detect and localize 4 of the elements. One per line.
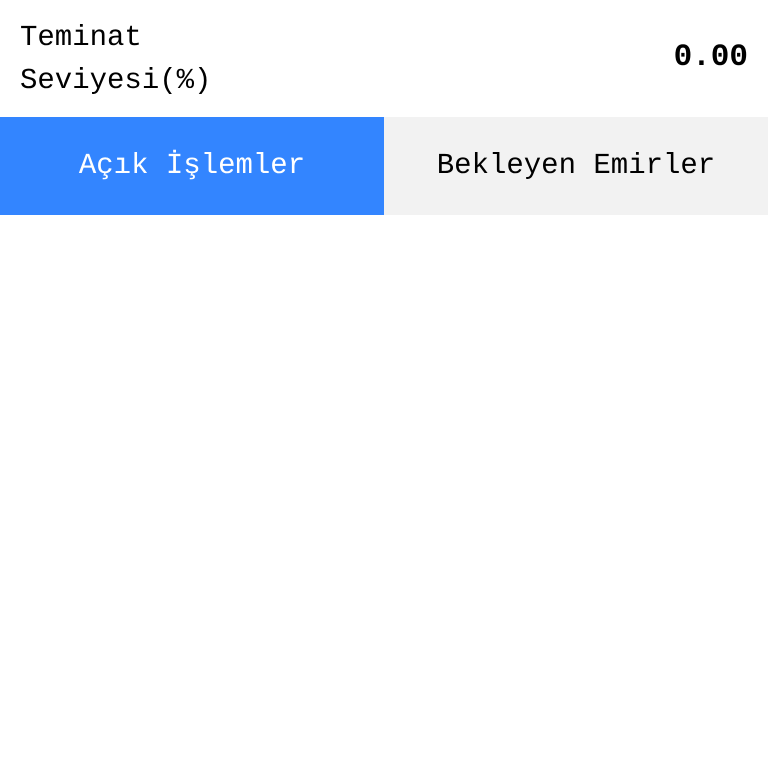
margin-level-label: Teminat Seviyesi(%) <box>20 20 212 98</box>
tab[interactable]: Açık İşlemler <box>0 117 384 215</box>
margin-level-value: 0.00 <box>674 39 748 78</box>
tab[interactable]: Bekleyen Emirler <box>384 117 768 215</box>
